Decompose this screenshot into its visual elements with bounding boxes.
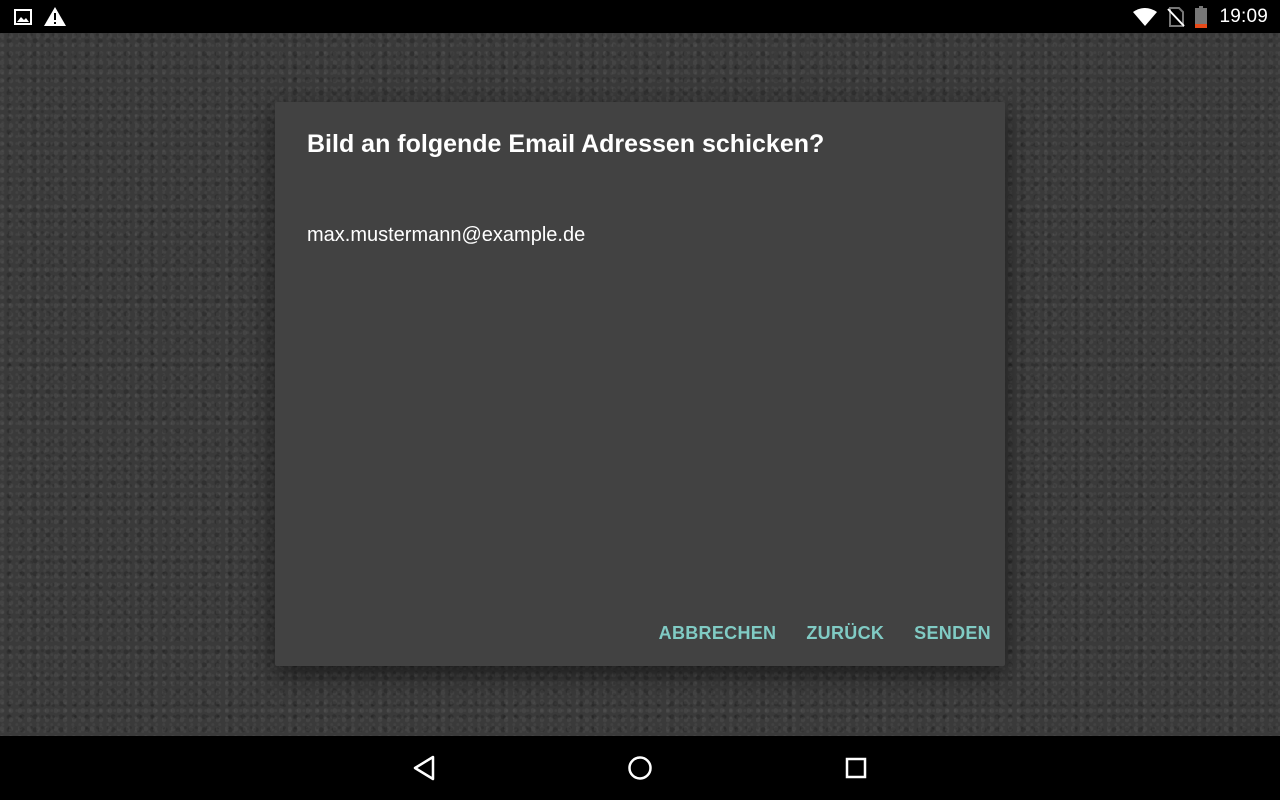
recents-icon [844,756,868,780]
warning-icon [44,7,66,26]
nav-recents-button[interactable] [838,750,874,786]
nav-home-button[interactable] [622,750,658,786]
send-button[interactable]: SENDEN [914,619,991,648]
status-time: 19:09 [1219,5,1268,27]
dialog-actions: ABBRECHEN ZURÜCK SENDEN [659,619,991,648]
wifi-icon [1133,7,1158,26]
home-icon [627,755,653,781]
send-email-dialog: Bild an folgende Email Adressen schicken… [275,102,1005,666]
battery-low-icon [1195,5,1208,28]
email-address: max.mustermann@example.de [307,224,586,246]
cancel-button[interactable]: ABBRECHEN [659,619,777,648]
screen: 19:09 Bild an folgende Email Adressen sc… [0,0,1280,800]
system-icons: 19:09 [1133,4,1268,29]
notification-icons [14,6,66,27]
status-bar: 19:09 [0,0,1280,33]
back-icon [411,754,437,782]
image-notification-icon [14,8,32,25]
dialog-title: Bild an folgende Email Adressen schicken… [307,130,825,158]
nav-back-button[interactable] [406,750,442,786]
back-button[interactable]: ZURÜCK [806,619,884,648]
no-sim-icon [1167,6,1186,27]
navigation-bar [0,736,1280,800]
